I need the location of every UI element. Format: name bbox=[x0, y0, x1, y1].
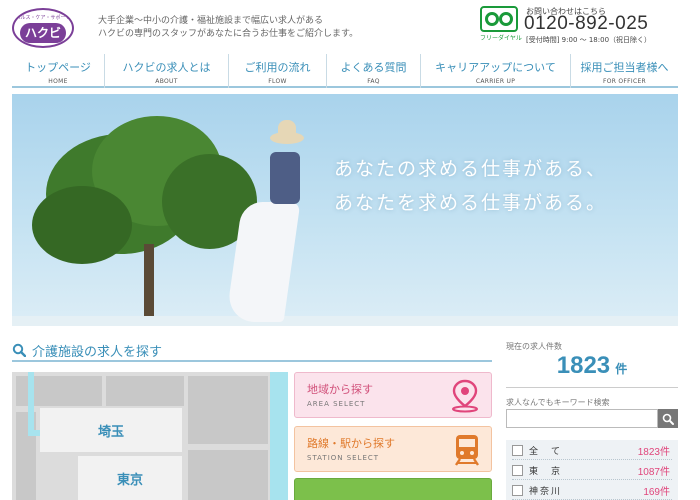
nav-item-faq[interactable]: よくある質問 FAQ bbox=[327, 54, 421, 88]
region-checkbox[interactable] bbox=[512, 444, 523, 456]
nav-label: 採用ご担当者様へ bbox=[580, 61, 669, 74]
region-checkbox[interactable] bbox=[512, 464, 523, 476]
region-checkbox[interactable] bbox=[512, 484, 523, 496]
map-block bbox=[188, 376, 268, 444]
train-icon bbox=[455, 435, 479, 466]
map-water bbox=[270, 372, 288, 500]
nav-label: トップページ bbox=[25, 61, 91, 74]
nav-sublabel: FOR OFFICER bbox=[602, 78, 647, 85]
region-count: 1087件 bbox=[637, 466, 670, 478]
hero-copy: あなたの求める仕事がある、 あなたを求める仕事がある。 bbox=[334, 152, 607, 220]
job-count-unit: 件 bbox=[615, 362, 628, 376]
hero-banner: あなたの求める仕事がある、 あなたを求める仕事がある。 bbox=[12, 94, 678, 326]
station-select-button[interactable]: 路線・駅から探す STATION SELECT bbox=[294, 426, 492, 472]
shirt bbox=[270, 152, 300, 204]
site-tagline: 大手企業～中小の介護・福祉施設まで幅広い求人がある ハクビの専門のスタッフがあな… bbox=[98, 15, 358, 41]
global-nav: トップページ HOME ハクビの求人とは ABOUT ご利用の流れ FLOW よ… bbox=[12, 54, 678, 88]
region-filter-list: 全 て 1823件 東 京 1087件 神奈川 169件 bbox=[506, 440, 678, 500]
map-region-tokyo[interactable]: 東京 bbox=[78, 456, 182, 500]
logo-tagline: ヘルス・ケア・サポート bbox=[15, 15, 71, 21]
nav-sublabel: ABOUT bbox=[155, 78, 178, 85]
keyword-search-button[interactable] bbox=[658, 409, 678, 428]
nav-item-for-officer[interactable]: 採用ご担当者様へ FOR OFFICER bbox=[571, 54, 678, 88]
region-name: 全 て bbox=[529, 446, 563, 457]
tagline-line-1: 大手企業～中小の介護・福祉施設まで幅広い求人がある bbox=[98, 16, 324, 26]
nav-label: よくある質問 bbox=[340, 61, 407, 74]
nav-label: ご利用の流れ bbox=[244, 61, 311, 74]
map-region-saitama[interactable]: 埼玉 bbox=[40, 408, 182, 452]
search-section-header: 介護施設の求人を探す bbox=[12, 340, 492, 362]
nav-item-about[interactable]: ハクビの求人とは ABOUT bbox=[105, 54, 229, 88]
region-filter-item[interactable]: 神奈川 169件 bbox=[506, 480, 678, 500]
nav-label: ハクビの求人とは bbox=[122, 61, 211, 74]
freedial-icon bbox=[480, 6, 518, 32]
job-count-label: 現在の求人件数 bbox=[506, 342, 562, 351]
freedial-logo: フリーダイヤル bbox=[480, 6, 522, 42]
map-water bbox=[28, 372, 34, 430]
tagline-line-2: ハクビの専門のスタッフがあなたに合うお仕事をご紹介します。 bbox=[98, 29, 359, 39]
map-block bbox=[106, 376, 184, 406]
nav-sublabel: HOME bbox=[48, 78, 68, 85]
nav-sublabel: CARRIER UP bbox=[475, 78, 516, 85]
area-select-button[interactable]: 地域から探す AREA SELECT bbox=[294, 372, 492, 418]
nav-item-home[interactable]: トップページ HOME bbox=[12, 54, 105, 88]
search-section-title: 介護施設の求人を探す bbox=[32, 344, 163, 360]
region-map: 埼玉 東京 bbox=[12, 372, 288, 500]
hat-brim bbox=[270, 132, 304, 144]
hero-copy-line-2: あなたを求める仕事がある。 bbox=[334, 192, 608, 214]
nav-label: キャリアアップについて bbox=[435, 61, 556, 74]
tree-crown bbox=[32, 186, 132, 264]
green-select-button[interactable] bbox=[294, 478, 492, 500]
region-count: 169件 bbox=[643, 486, 670, 498]
nav-sublabel: FLOW bbox=[268, 78, 287, 85]
region-filter-item[interactable]: 全 て 1823件 bbox=[506, 440, 678, 460]
search-icon bbox=[12, 343, 26, 357]
job-count: 1823 件 bbox=[506, 352, 678, 388]
region-filter-item[interactable]: 東 京 1087件 bbox=[506, 460, 678, 480]
region-name: 神奈川 bbox=[529, 486, 563, 497]
tree-trunk bbox=[144, 244, 154, 326]
map-block bbox=[188, 450, 268, 500]
region-name: 東 京 bbox=[529, 466, 563, 477]
keyword-search-label: 求人なんでもキーワード検索 bbox=[506, 398, 610, 407]
hero-copy-line-1: あなたの求める仕事がある、 bbox=[334, 158, 608, 180]
keyword-search-input[interactable] bbox=[506, 409, 658, 428]
logo-wordmark: ハクビ bbox=[20, 23, 66, 43]
job-count-value: 1823 bbox=[556, 352, 611, 379]
nav-sublabel: FAQ bbox=[367, 78, 380, 85]
freedial-label: フリーダイヤル bbox=[480, 35, 522, 42]
ground bbox=[12, 316, 678, 326]
contact-phone[interactable]: 0120-892-025 bbox=[524, 13, 648, 35]
map-pin-icon bbox=[452, 379, 478, 413]
site-logo[interactable]: ヘルス・ケア・サポート ハクビ bbox=[12, 8, 74, 48]
search-icon bbox=[662, 413, 674, 425]
contact-hours: [受付時間] 9:00 ～ 18:00（祝日除く） bbox=[526, 36, 652, 44]
region-count: 1823件 bbox=[637, 446, 670, 458]
nav-item-flow[interactable]: ご利用の流れ FLOW bbox=[229, 54, 327, 88]
nav-item-carrier-up[interactable]: キャリアアップについて CARRIER UP bbox=[421, 54, 571, 88]
